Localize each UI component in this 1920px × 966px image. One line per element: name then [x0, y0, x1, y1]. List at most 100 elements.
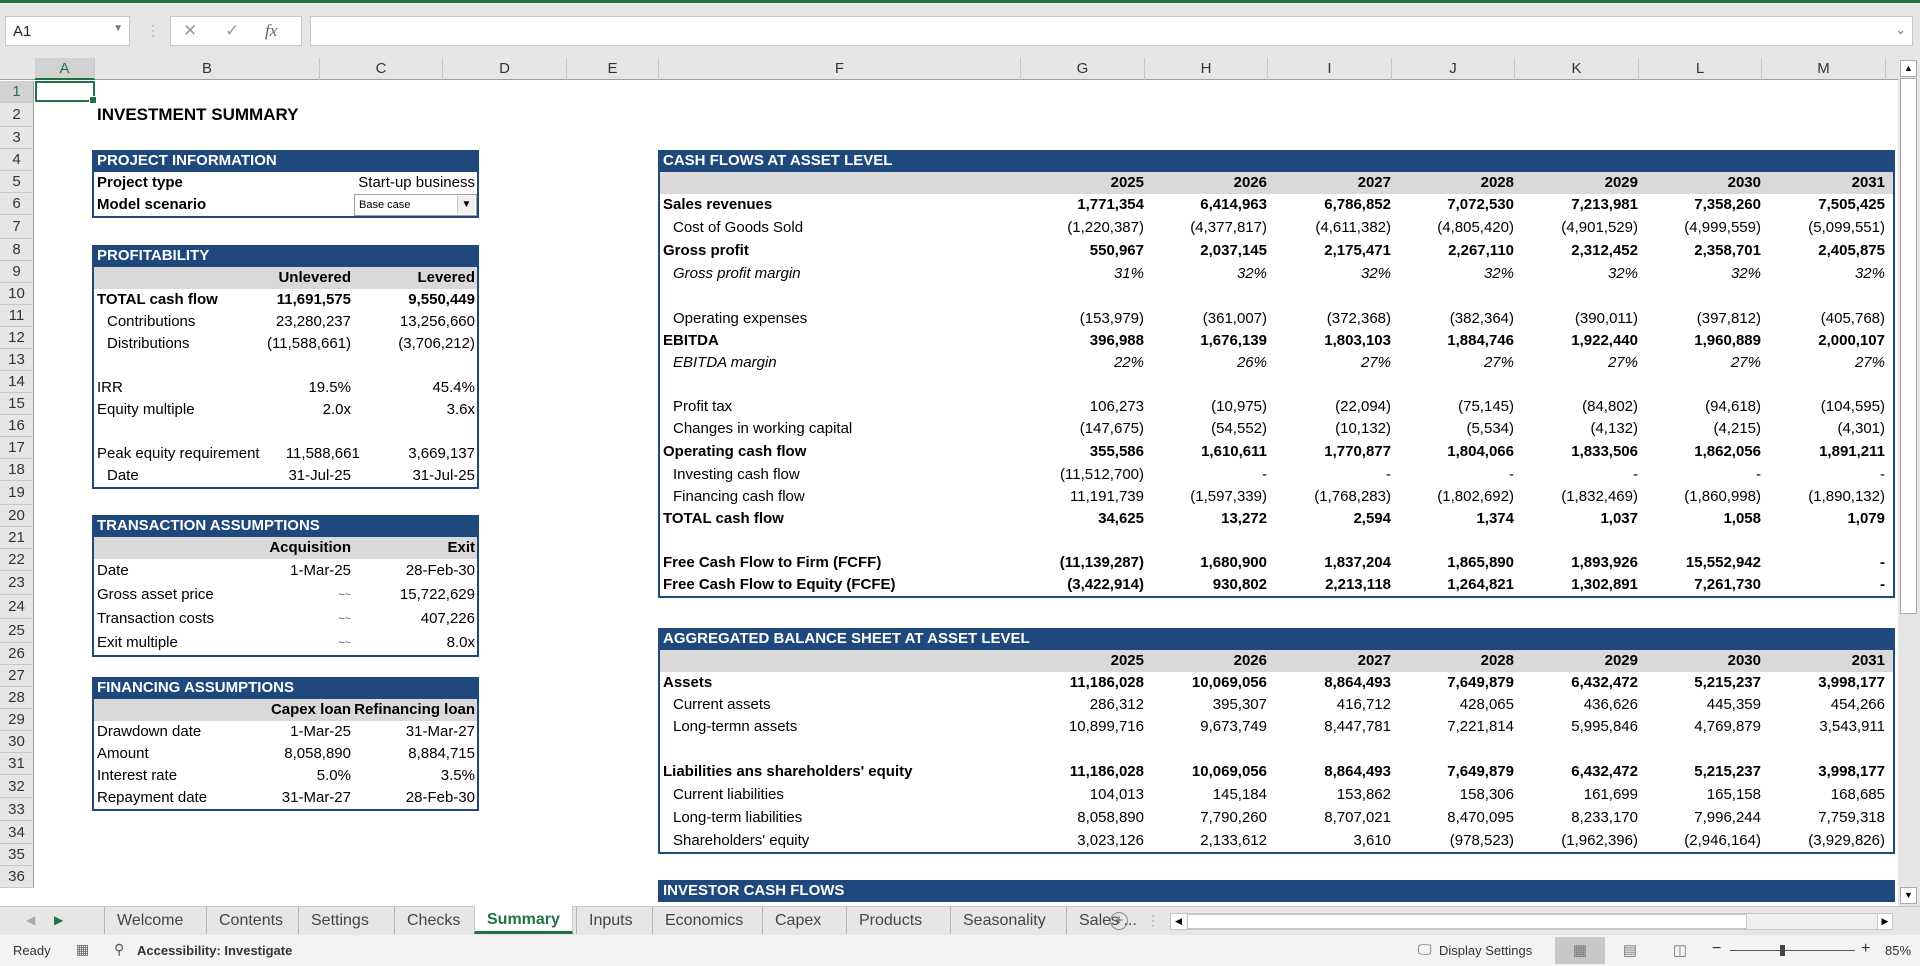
row-header-33[interactable]: 33 [0, 798, 34, 821]
scroll-left-icon[interactable]: ◀ [1171, 914, 1186, 929]
year-subheader: 2025 2026 2027 2028 2029 2030 2031 [660, 650, 1893, 672]
column-header-l[interactable]: L [1639, 58, 1762, 80]
scroll-thumb[interactable] [1900, 78, 1917, 614]
chevron-down-icon[interactable]: ▼ [113, 23, 123, 34]
accessibility-status[interactable]: Accessibility: Investigate [137, 943, 292, 958]
column-header-m[interactable]: M [1762, 58, 1886, 80]
levered-value: 13,256,660 [399, 313, 475, 330]
column-header-d[interactable]: D [443, 58, 567, 80]
enter-icon[interactable]: ✓ [225, 21, 239, 41]
row-header-16[interactable]: 16 [0, 415, 34, 437]
row-header-31[interactable]: 31 [0, 753, 34, 775]
page-layout-view-button[interactable]: ▤ [1605, 937, 1655, 964]
row-header-5[interactable]: 5 [0, 171, 34, 193]
selected-cell-a1[interactable] [35, 81, 97, 104]
formula-input[interactable]: ⌄ [310, 16, 1913, 46]
tab-settings[interactable]: Settings [298, 907, 381, 934]
row-header-4[interactable]: 4 [0, 149, 34, 171]
row-header-27[interactable]: 27 [0, 665, 34, 687]
column-header-a[interactable]: A [35, 58, 95, 80]
tab-welcome[interactable]: Welcome [104, 907, 195, 934]
display-settings-icon[interactable]: 🖵 [1418, 941, 1432, 958]
tab-capex[interactable]: Capex [762, 907, 833, 934]
horizontal-scrollbar[interactable]: ◀ ▶ [1170, 913, 1893, 930]
row-header-8[interactable]: 8 [0, 239, 34, 261]
row-header-28[interactable]: 28 [0, 687, 34, 709]
accessibility-icon[interactable]: ⚲ [114, 941, 124, 958]
scroll-up-icon[interactable]: ▲ [1900, 60, 1917, 77]
row-header-3[interactable]: 3 [0, 127, 34, 149]
zoom-level[interactable]: 85% [1885, 943, 1911, 958]
row-header-2[interactable]: 2 [0, 103, 34, 127]
cancel-icon[interactable]: ✕ [183, 21, 197, 41]
row-header-14[interactable]: 14 [0, 371, 34, 393]
column-header-i[interactable]: I [1268, 58, 1392, 80]
tab-inputs[interactable]: Inputs [576, 907, 645, 934]
row-header-12[interactable]: 12 [0, 327, 34, 349]
expand-formula-bar-icon[interactable]: ⌄ [1895, 22, 1906, 38]
row-header-21[interactable]: 21 [0, 527, 34, 549]
column-header-f[interactable]: F [659, 58, 1021, 80]
row-header-17[interactable]: 17 [0, 437, 34, 459]
row-header-6[interactable]: 6 [0, 193, 34, 215]
row-header-19[interactable]: 19 [0, 481, 34, 505]
function-icon[interactable]: fx [265, 21, 277, 41]
drag-handle-icon[interactable]: ⋮ [146, 23, 160, 37]
scroll-right-icon[interactable]: ▶ [1877, 914, 1892, 929]
row-header-11[interactable]: 11 [0, 305, 34, 327]
page-break-view-button[interactable]: ◫ [1655, 937, 1705, 964]
row-header-15[interactable]: 15 [0, 393, 34, 415]
column-header-b[interactable]: B [95, 58, 320, 80]
name-box[interactable]: A1 ▼ [5, 16, 130, 46]
row-header-9[interactable]: 9 [0, 261, 34, 283]
column-header-g[interactable]: G [1021, 58, 1145, 80]
row-header-35[interactable]: 35 [0, 844, 34, 866]
macro-recording-icon[interactable]: ▦ [76, 941, 89, 958]
row-header-7[interactable]: 7 [0, 215, 34, 239]
worksheet[interactable]: INVESTMENT SUMMARY PROJECT INFORMATION P… [35, 81, 1898, 906]
tab-economics[interactable]: Economics [652, 907, 755, 934]
column-header-c[interactable]: C [320, 58, 443, 80]
cell-value-2026: (10,975) [1211, 398, 1267, 415]
display-settings-button[interactable]: Display Settings [1439, 943, 1532, 958]
vertical-scrollbar[interactable]: ▲ ▼ [1898, 58, 1920, 906]
tab-checks[interactable]: Checks [394, 907, 472, 934]
tab-summary[interactable]: Summary [474, 906, 573, 934]
row-header-22[interactable]: 22 [0, 549, 34, 571]
row-header-30[interactable]: 30 [0, 731, 34, 753]
row-header-20[interactable]: 20 [0, 505, 34, 527]
tab-seasonality[interactable]: Seasonality [950, 907, 1058, 934]
row-header-25[interactable]: 25 [0, 619, 34, 643]
chevron-down-icon[interactable]: ▼ [457, 196, 475, 214]
scroll-thumb[interactable] [1187, 914, 1747, 929]
tab-contents[interactable]: Contents [206, 907, 295, 934]
zoom-slider-handle[interactable] [1780, 945, 1785, 956]
column-header-k[interactable]: K [1515, 58, 1639, 80]
row-header-1[interactable]: 1 [0, 81, 34, 103]
row-header-10[interactable]: 10 [0, 283, 34, 305]
row-header-29[interactable]: 29 [0, 709, 34, 731]
column-header-e[interactable]: E [567, 58, 659, 80]
prev-sheet-icon[interactable]: ◀ [26, 913, 35, 927]
row-header-26[interactable]: 26 [0, 643, 34, 665]
row-header-18[interactable]: 18 [0, 459, 34, 481]
row-header-32[interactable]: 32 [0, 775, 34, 798]
tab-splitter-icon[interactable]: ⋮ [1146, 912, 1160, 929]
row-header-23[interactable]: 23 [0, 571, 34, 595]
add-sheet-icon[interactable]: + [1110, 912, 1128, 930]
zoom-in-button[interactable]: + [1861, 940, 1870, 958]
zoom-out-button[interactable]: − [1712, 940, 1721, 958]
row-header-13[interactable]: 13 [0, 349, 34, 371]
tab-products[interactable]: Products [846, 907, 934, 934]
scenario-dropdown[interactable]: Base case ▼ [354, 194, 477, 216]
next-sheet-icon[interactable]: ▶ [54, 913, 63, 927]
row-header-36[interactable]: 36 [0, 866, 34, 888]
normal-view-button[interactable]: ▦ [1555, 937, 1605, 964]
column-header-j[interactable]: J [1392, 58, 1515, 80]
tab-sales[interactable]: Sales ... [1066, 907, 1149, 934]
scroll-down-icon[interactable]: ▼ [1900, 887, 1917, 904]
zoom-slider[interactable] [1730, 945, 1855, 956]
row-header-34[interactable]: 34 [0, 821, 34, 844]
row-header-24[interactable]: 24 [0, 595, 34, 619]
column-header-h[interactable]: H [1145, 58, 1268, 80]
